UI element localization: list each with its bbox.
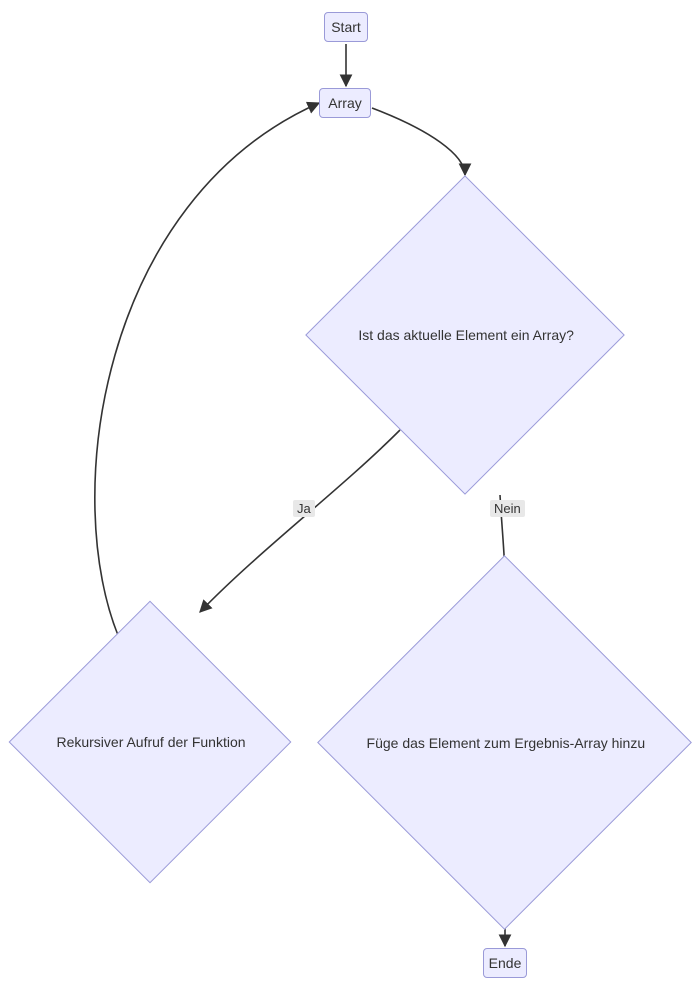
node-start: Start (324, 12, 368, 42)
node-start-label: Start (331, 19, 361, 35)
node-end-label: Ende (489, 955, 522, 971)
node-append-label: Füge das Element zum Ergebnis-Array hinz… (367, 735, 646, 751)
edge-label-no: Nein (490, 500, 525, 517)
node-recurse: Rekursiver Aufruf der Funktion (50, 642, 250, 842)
node-array: Array (319, 88, 371, 118)
node-decision: Ist das aktuelle Element ein Array? (352, 222, 578, 448)
node-decision-label: Ist das aktuelle Element ein Array? (358, 327, 574, 343)
edge-label-yes: Ja (293, 500, 315, 517)
node-append: Füge das Element zum Ergebnis-Array hinz… (372, 610, 637, 875)
node-end: Ende (483, 948, 527, 978)
node-recurse-label: Rekursiver Aufruf der Funktion (56, 734, 245, 750)
node-array-label: Array (328, 95, 361, 111)
